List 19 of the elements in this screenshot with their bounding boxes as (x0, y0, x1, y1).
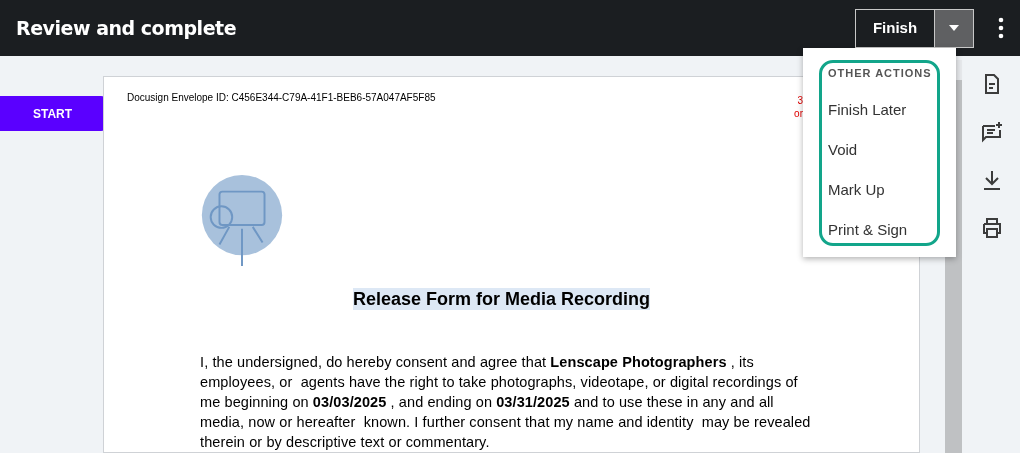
dropdown-button[interactable] (935, 8, 974, 48)
menu-section-title: OTHER ACTIONS (828, 66, 933, 80)
camera-icon (199, 174, 285, 268)
menu-item[interactable]: Print & Sign (828, 220, 937, 240)
print-icon[interactable] (980, 216, 1004, 240)
menu-item[interactable]: Finish Later (828, 100, 937, 120)
page-title: Review and complete (16, 15, 237, 41)
finish-button[interactable]: Finish (855, 8, 935, 48)
more-options-icon[interactable] (998, 17, 1004, 39)
margin-note-text: 3 (797, 94, 803, 107)
add-comment-icon[interactable] (980, 120, 1004, 144)
menu-item[interactable]: Mark Up (828, 180, 937, 200)
document-heading: Release Form for Media Recording (352, 288, 651, 310)
start-button[interactable]: START (0, 96, 105, 131)
menu-item[interactable]: Void (828, 140, 937, 160)
margin-note-text: or (794, 107, 803, 120)
consent-paragraph: I, the undersigned, do hereby consent and agree that Lenscape Photographers , its employees, or agents have the right to take photographs, videotape, or digital recordings of me beginning on 03/03/2025 , and ending on 03/31/2025 and to use these in any and all media, now or hereafter known. I further consent that my name and identity may be revealed therein or by descriptive text or commentary. (200, 353, 812, 452)
caret-icon (949, 25, 959, 31)
envelope-id: Docusign Envelope ID: C456E344-C79A-41F1-BEB6-57A047AF5F85 (127, 91, 436, 105)
